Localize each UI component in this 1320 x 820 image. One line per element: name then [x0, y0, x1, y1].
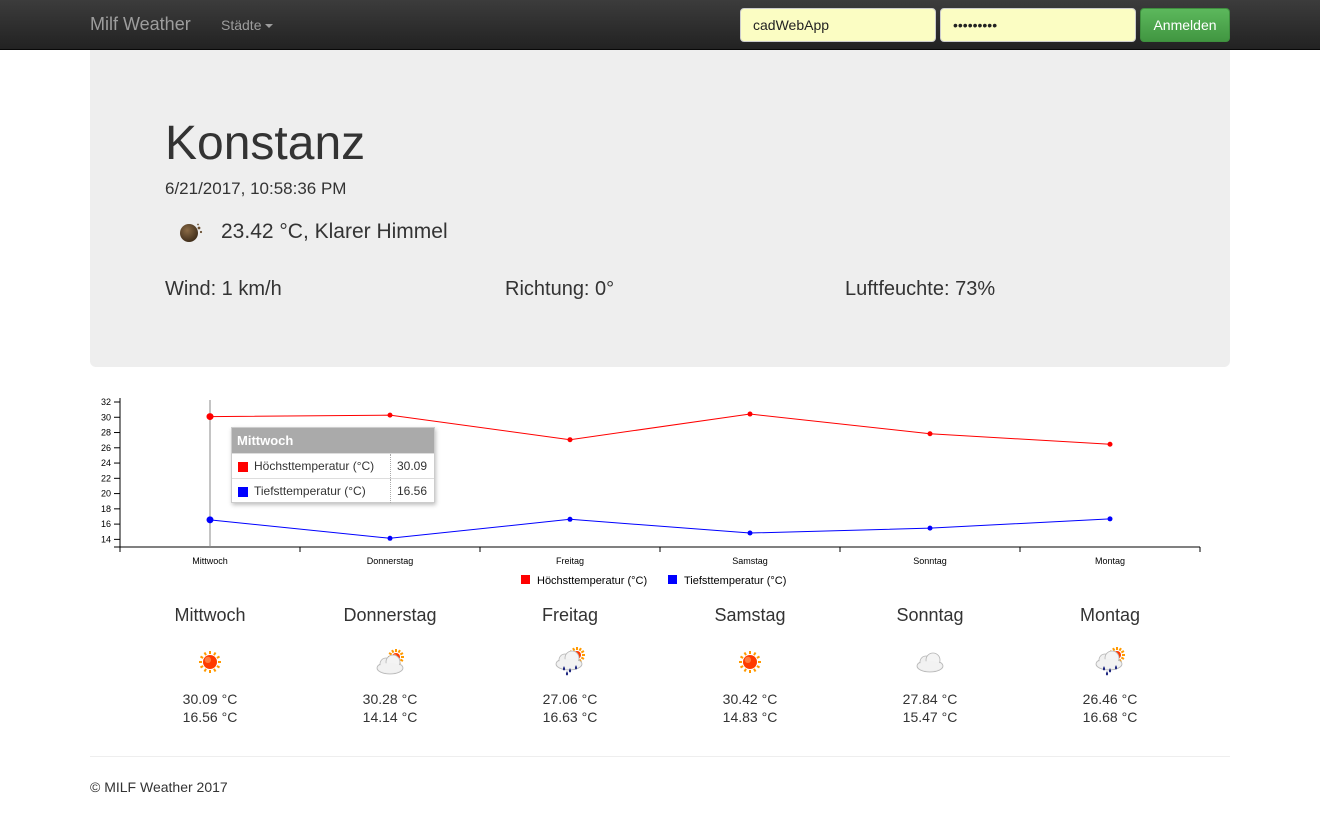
data-point: [567, 437, 573, 443]
wind-direction: Richtung: 0°: [505, 278, 615, 300]
forecast-low: 16.56 °C: [182, 709, 238, 725]
forecast-low: 14.83 °C: [722, 709, 778, 725]
current-datetime: 6/21/2017, 10:58:36 PM: [165, 179, 347, 198]
data-point: [747, 411, 753, 417]
legend-label: Tiefsttemperatur (°C): [684, 575, 786, 587]
y-tick-label: 14: [101, 534, 111, 544]
data-point: [206, 413, 214, 421]
forecast-day-name: Montag: [1079, 605, 1141, 625]
y-tick-label: 22: [101, 473, 111, 483]
forecast-low: 16.68 °C: [1082, 709, 1138, 725]
x-tick-label: Donnerstag: [367, 556, 414, 566]
y-tick-label: 24: [101, 458, 111, 468]
tooltip-value-high: 30.09: [390, 454, 435, 478]
moon-clear-icon: [180, 223, 203, 242]
y-tick-label: 18: [101, 504, 111, 514]
cities-dropdown[interactable]: Städte: [221, 17, 274, 33]
forecast-day: Montag 26.46 °C 16.68 °C: [1020, 605, 1200, 725]
tooltip-label-high: Höchsttemperatur (°C): [254, 459, 375, 473]
legend-swatch: [668, 575, 677, 584]
sun-icon: [199, 651, 221, 673]
forecast-low: 16.63 °C: [542, 709, 598, 725]
legend-swatch: [521, 575, 530, 584]
tooltip-value-low: 16.56: [390, 479, 435, 503]
data-point: [387, 535, 393, 541]
forecast-day: Sonntag 27.84 °C 15.47 °C: [840, 605, 1020, 725]
rain-sun-icon: [555, 647, 585, 676]
forecast-day: Mittwoch 30.09 °C 16.56 °C: [120, 605, 300, 725]
current-weather-panel: Konstanz 6/21/2017, 10:58:36 PM 23.42 °C…: [90, 50, 1230, 367]
tooltip-row: Höchsttemperatur (°C) 30.09: [232, 453, 434, 478]
y-tick-label: 32: [101, 397, 111, 407]
x-tick-label: Freitag: [556, 556, 584, 566]
current-summary: 23.42 °C, Klarer Himmel: [221, 220, 448, 243]
forecast-high: 27.06 °C: [542, 691, 598, 707]
navbar: Milf Weather Städte Anmelden: [0, 0, 1320, 50]
footer-copyright: © MILF Weather 2017: [90, 779, 228, 795]
data-point: [747, 530, 753, 536]
tooltip-title: Mittwoch: [232, 428, 434, 453]
forecast-day-name: Mittwoch: [174, 605, 246, 625]
tooltip-label-low: Tiefsttemperatur (°C): [254, 484, 366, 498]
username-input[interactable]: [740, 8, 936, 42]
data-point: [927, 431, 933, 437]
forecast-day: Freitag 27.06 °C 16.63 °C: [480, 605, 660, 725]
forecast-day-name: Samstag: [714, 605, 786, 625]
forecast-day-name: Donnerstag: [343, 605, 437, 625]
forecast-day: Donnerstag 30.28 °C 14.14 °C: [300, 605, 480, 725]
sun-icon: [739, 651, 761, 673]
series-line: [209, 518, 1111, 539]
chart-tooltip: Mittwoch Höchsttemperatur (°C) 30.09 Tie…: [231, 427, 435, 503]
forecast-high: 30.09 °C: [182, 691, 238, 707]
footer-divider: [90, 756, 1230, 757]
city-title: Konstanz: [165, 117, 366, 170]
tooltip-swatch-high: [238, 462, 248, 472]
tooltip-swatch-low: [238, 487, 248, 497]
data-point: [567, 516, 573, 522]
tooltip-row: Tiefsttemperatur (°C) 16.56: [232, 478, 434, 503]
data-point: [387, 412, 393, 418]
x-tick-label: Montag: [1095, 556, 1125, 566]
legend-label: Höchsttemperatur (°C): [537, 575, 647, 587]
partly-cloudy-icon: [376, 649, 404, 675]
y-tick-label: 20: [101, 489, 111, 499]
cloud-icon: [916, 652, 944, 673]
forecast-low: 14.14 °C: [362, 709, 418, 725]
wind-speed: Wind: 1 km/h: [165, 278, 282, 300]
forecast-high: 30.28 °C: [362, 691, 418, 707]
forecast-low: 15.47 °C: [902, 709, 958, 725]
brand-link[interactable]: Milf Weather: [90, 14, 191, 35]
y-tick-label: 26: [101, 443, 111, 453]
forecast-high: 27.84 °C: [902, 691, 958, 707]
forecast-high: 26.46 °C: [1082, 691, 1138, 707]
forecast-day-name: Freitag: [541, 605, 599, 625]
data-point: [1107, 441, 1113, 447]
data-point: [1107, 516, 1113, 522]
forecast-high: 30.42 °C: [722, 691, 778, 707]
cities-dropdown-label: Städte: [221, 17, 262, 33]
password-input[interactable]: [940, 8, 1136, 42]
humidity: Luftfeuchte: 73%: [845, 278, 996, 300]
y-tick-label: 16: [101, 519, 111, 529]
y-tick-label: 28: [101, 428, 111, 438]
data-point: [927, 525, 933, 531]
x-tick-label: Mittwoch: [192, 556, 228, 566]
forecast-day-name: Sonntag: [896, 605, 964, 625]
data-point: [206, 516, 214, 524]
x-tick-label: Sonntag: [913, 556, 947, 566]
forecast-day: Samstag 30.42 °C 14.83 °C: [660, 605, 840, 725]
login-button[interactable]: Anmelden: [1140, 8, 1230, 42]
y-tick-label: 30: [101, 412, 111, 422]
caret-down-icon: [265, 24, 274, 29]
rain-sun-icon: [1095, 647, 1125, 676]
x-tick-label: Samstag: [732, 556, 768, 566]
